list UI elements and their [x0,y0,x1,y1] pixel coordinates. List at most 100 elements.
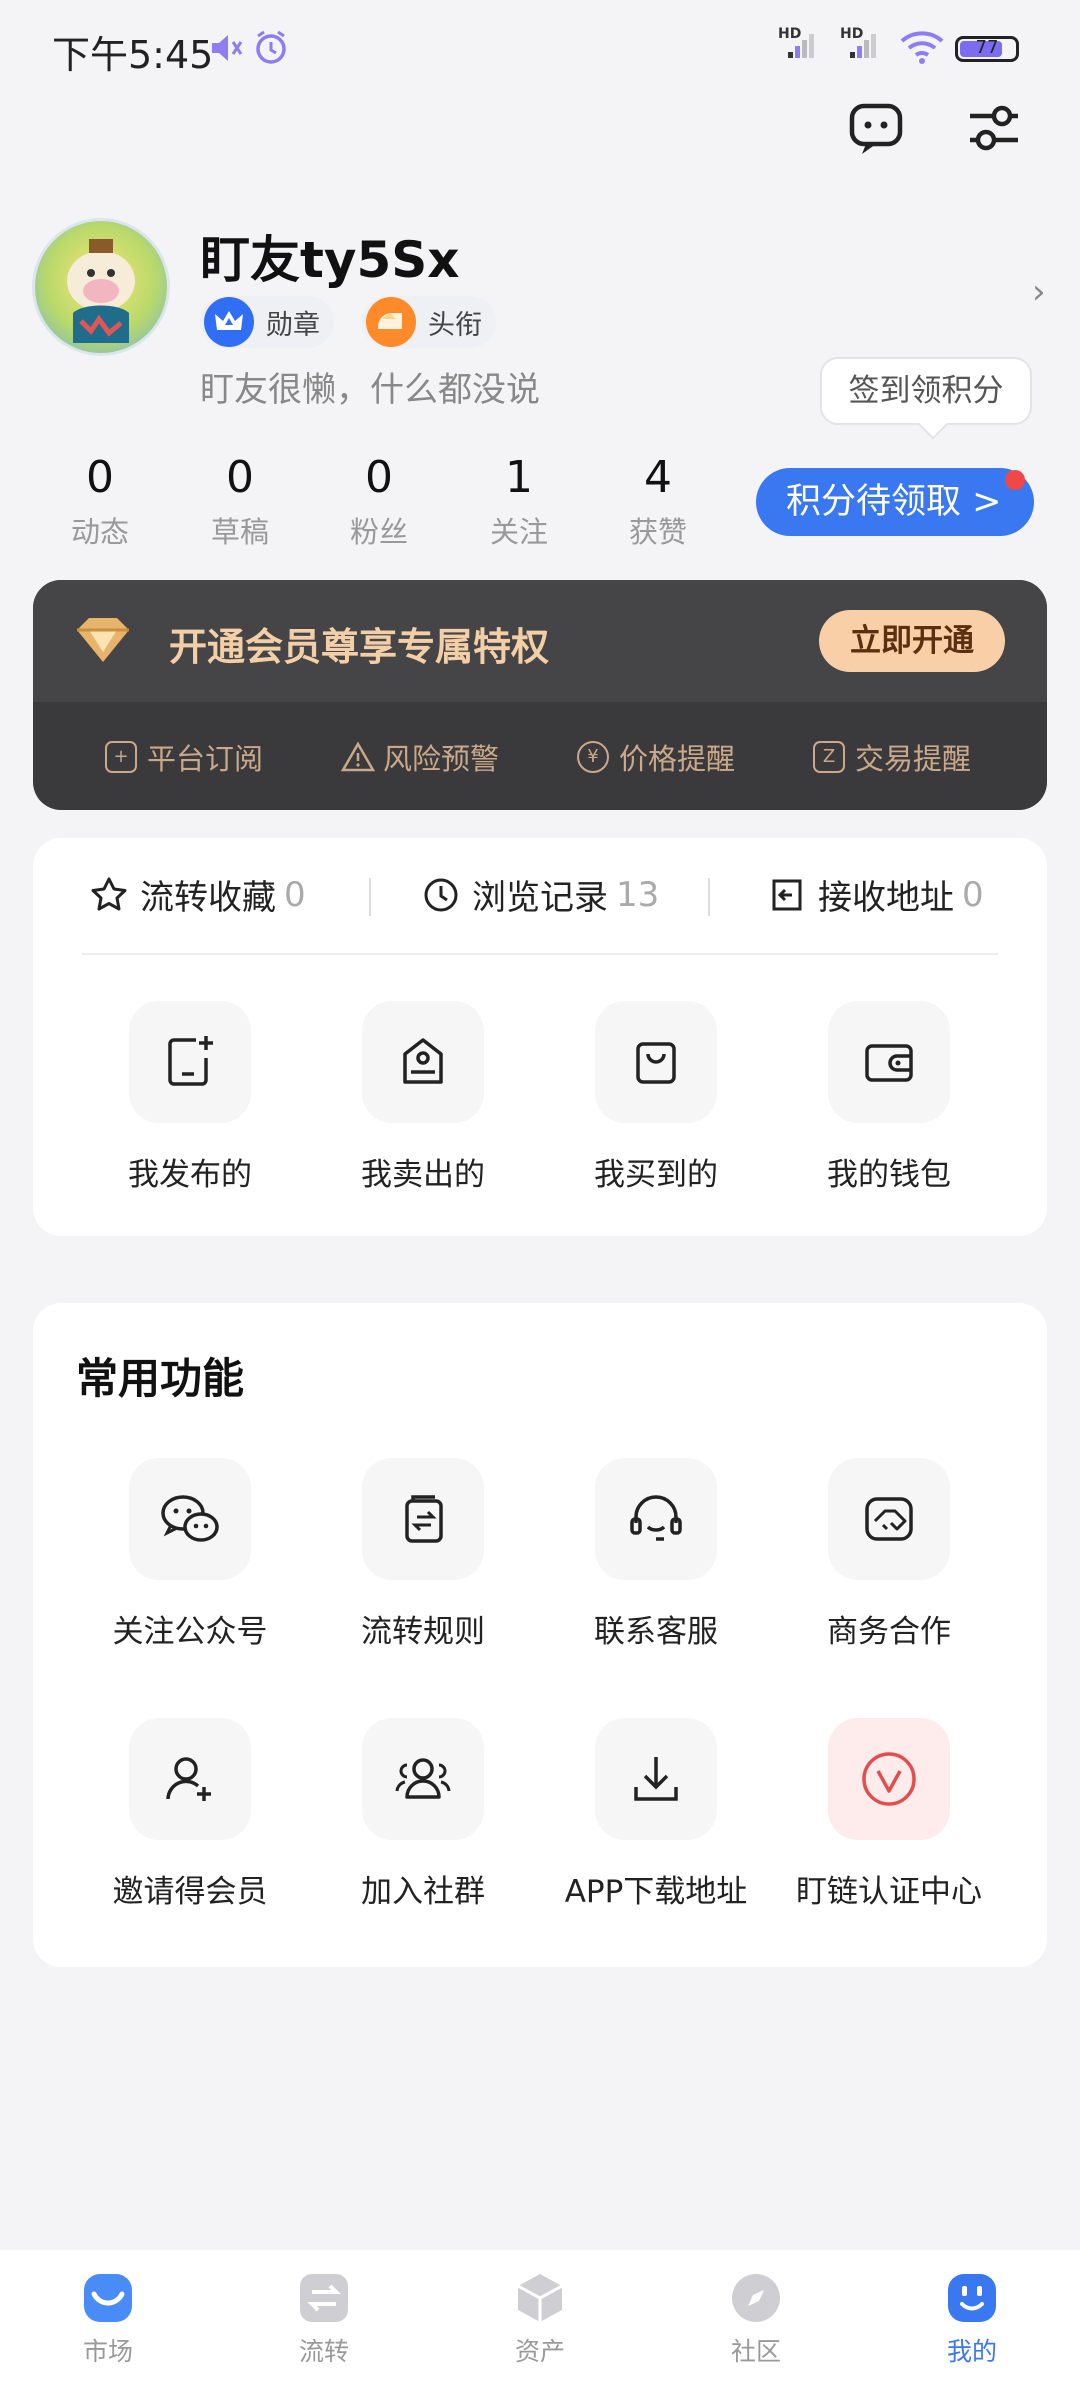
stat-likes[interactable]: 4 获赞 [598,452,718,551]
transfer-icon [298,2272,350,2324]
stat-label: 动态 [70,515,129,549]
link-count: 0 [962,874,984,915]
link-count: 0 [284,874,306,915]
feature-risk-alert[interactable]: 风险预警 [341,736,499,778]
settings-button[interactable] [962,96,1026,160]
stat-followers[interactable]: 0 粉丝 [319,452,439,551]
nav-community[interactable]: 社区 [696,2272,816,2368]
avatar[interactable] [32,218,170,356]
username[interactable]: 盯友ty5Sx [200,220,460,292]
stat-value: 4 [644,452,672,503]
plus-doc-icon: + [105,741,137,773]
title-badge[interactable]: 头衔 [362,296,496,348]
nav-label: 我的 [946,2337,997,2366]
feature-label: 平台订阅 [147,742,264,776]
medal-label: 勋章 [266,309,320,341]
vip-card[interactable]: 开通会员尊享专属特权 立即开通 + 平台订阅 风险预警 ¥ 价格提醒 Z 交易提… [33,580,1047,810]
divider [708,878,710,916]
item-label: APP下载地址 [564,1874,748,1910]
certification-center-button[interactable]: 盯链认证中心 [789,1718,989,1911]
my-published-button[interactable]: 我发布的 [90,1001,290,1194]
my-sold-button[interactable]: 我卖出的 [323,1001,523,1194]
my-wallet-button[interactable]: 我的钱包 [789,1001,989,1194]
rules-book-icon [362,1458,484,1580]
chevron-right-icon[interactable]: › [1032,272,1046,312]
feature-subscription[interactable]: + 平台订阅 [105,736,263,778]
feature-price-alert[interactable]: ¥ 价格提醒 [577,736,735,778]
sold-icon [362,1001,484,1123]
history-link[interactable]: 浏览记录 13 [422,870,659,919]
divider [369,878,371,916]
alarm-icon [252,28,290,66]
feature-trade-alert[interactable]: Z 交易提醒 [813,736,971,778]
medal-badge[interactable]: 勋章 [200,296,334,348]
link-label: 流转收藏 [140,878,276,918]
business-cooperation-button[interactable]: 商务合作 [789,1458,989,1651]
vip-open-button[interactable]: 立即开通 [819,610,1005,672]
signal-label: HD [840,26,864,42]
publish-icon [129,1001,251,1123]
notification-dot [1005,470,1025,490]
stat-label: 草稿 [210,515,269,549]
item-label: 加入社群 [361,1874,485,1910]
clock-icon [424,878,458,911]
my-bought-button[interactable]: 我买到的 [556,1001,756,1194]
stat-following[interactable]: 1 关注 [459,452,579,551]
stats-row: 0 动态 0 草稿 0 粉丝 1 关注 4 获赞 [40,452,700,562]
vip-title: 开通会员尊享专属特权 [169,625,550,669]
verify-icon [828,1718,950,1840]
handshake-icon [828,1458,950,1580]
wifi-icon [900,30,944,64]
item-label: 我卖出的 [361,1157,485,1193]
title-label: 头衔 [428,309,482,341]
nav-label: 市场 [82,2337,133,2366]
address-link[interactable]: 接收地址 0 [768,870,984,919]
claim-points-button[interactable]: 积分待领取 > [756,468,1034,536]
item-label: 我的钱包 [827,1157,951,1193]
stat-drafts[interactable]: 0 草稿 [180,452,300,551]
nav-transfer[interactable]: 流转 [264,2272,384,2368]
link-label: 浏览记录 [472,878,608,918]
app-download-button[interactable]: APP下载地址 [556,1718,756,1911]
favorites-link[interactable]: 流转收藏 0 [90,870,306,919]
signal-icon: HD [778,26,818,62]
nav-assets[interactable]: 资产 [480,2272,600,2368]
sign-in-tooltip[interactable]: 签到领积分 [820,357,1032,425]
item-label: 我买到的 [594,1157,718,1193]
ticket-icon [366,297,416,347]
star-icon [91,877,127,910]
stat-value: 0 [365,452,393,503]
item-label: 邀请得会员 [112,1874,268,1910]
link-label: 接收地址 [818,878,954,918]
bio: 盯友很懒，什么都没说 [200,370,540,410]
contact-support-button[interactable]: 联系客服 [556,1458,756,1651]
message-button[interactable] [844,96,908,160]
stat-label: 关注 [489,515,548,549]
transfer-rules-button[interactable]: 流转规则 [323,1458,523,1651]
stat-posts[interactable]: 0 动态 [40,452,160,551]
nav-mine[interactable]: 我的 [912,2272,1032,2368]
cube-icon [514,2272,566,2324]
stat-value: 0 [86,452,114,503]
sliders-icon [970,105,1018,151]
profile-face-icon [946,2272,998,2324]
join-community-button[interactable]: 加入社群 [323,1718,523,1911]
item-label: 商务合作 [827,1614,951,1650]
headset-icon [595,1458,717,1580]
chat-icon [849,103,903,154]
bottom-nav: 市场 流转 资产 社区 我的 [0,2250,1080,2400]
nav-market[interactable]: 市场 [48,2272,168,2368]
item-label: 关注公众号 [112,1614,268,1650]
section-title: 常用功能 [76,1354,245,1403]
crown-icon [204,297,254,347]
invite-member-button[interactable]: 邀请得会员 [90,1718,290,1911]
divider [82,953,998,955]
add-user-icon [129,1718,251,1840]
battery-text: 77 [975,37,999,58]
item-label: 我发布的 [128,1157,252,1193]
feature-label: 价格提醒 [619,742,736,776]
nav-label: 流转 [298,2337,349,2366]
wechat-icon [129,1458,251,1580]
status-bar: 下午5:45 HD HD 77 [0,0,1080,96]
follow-official-account-button[interactable]: 关注公众号 [90,1458,290,1651]
